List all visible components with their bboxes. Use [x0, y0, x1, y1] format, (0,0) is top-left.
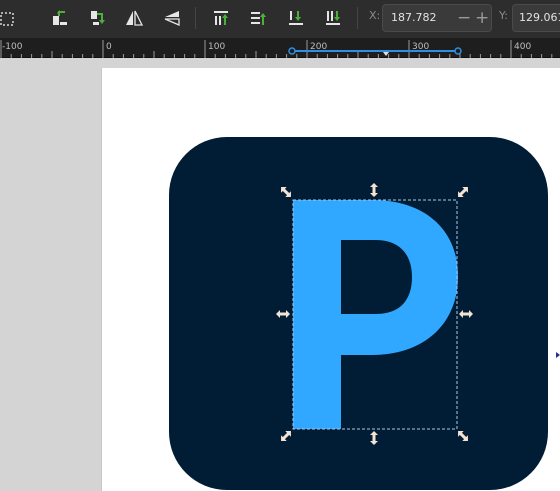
raise-icon — [251, 12, 266, 25]
x-coordinate-label: X: — [369, 9, 381, 22]
rotate-ccw-90-icon — [53, 10, 67, 25]
select-same-icon — [0, 12, 14, 26]
ruler-label: 0 — [106, 42, 112, 52]
selection-end-marker — [454, 47, 462, 55]
lower-to-bottom-button[interactable] — [318, 3, 348, 33]
x-coordinate-field[interactable]: 187.782 − + — [382, 4, 492, 32]
rotate-cw-90-icon — [91, 11, 105, 25]
rotate-ccw-button[interactable] — [44, 3, 74, 33]
y-coordinate-field[interactable]: 129.061 — [512, 4, 560, 32]
canvas-cursor-hint — [556, 352, 560, 358]
artwork[interactable] — [0, 58, 560, 491]
ruler-label: -100 — [2, 42, 23, 52]
ruler-label: 400 — [514, 42, 531, 52]
selection-start-marker — [288, 47, 296, 55]
select-same-button[interactable] — [0, 3, 24, 33]
ruler-graphic: -100 0 100 200 300 400 — [0, 40, 553, 58]
x-decrement-button[interactable]: − — [457, 7, 471, 29]
horizontal-ruler[interactable]: -100 0 100 200 300 400 — [0, 38, 560, 58]
y-coordinate-label: Y: — [499, 9, 508, 22]
x-increment-button[interactable]: + — [475, 7, 489, 29]
rotate-cw-button[interactable] — [82, 3, 112, 33]
flip-horizontal-icon — [126, 10, 144, 26]
flip-horizontal-button[interactable] — [119, 3, 149, 33]
ruler-label: 100 — [208, 42, 225, 52]
raise-to-top-button[interactable] — [206, 3, 236, 33]
toolbar: X: 187.782 − + Y: 129.061 — [0, 0, 560, 38]
lower-button[interactable] — [281, 3, 311, 33]
toolbar-separator — [195, 7, 196, 29]
x-coordinate-value[interactable]: 187.782 — [391, 11, 437, 24]
lower-to-bottom-icon — [326, 11, 340, 25]
ruler-ticks — [0, 40, 553, 58]
y-coordinate-value[interactable]: 129.061 — [519, 11, 560, 24]
raise-button[interactable] — [243, 3, 273, 33]
flip-vertical-button[interactable] — [157, 3, 187, 33]
raise-to-top-icon — [214, 11, 228, 25]
canvas-area[interactable] — [0, 58, 560, 491]
toolbar-separator — [357, 7, 358, 29]
lower-icon — [289, 11, 303, 25]
logo-background — [169, 137, 548, 490]
flip-vertical-icon — [164, 11, 180, 26]
